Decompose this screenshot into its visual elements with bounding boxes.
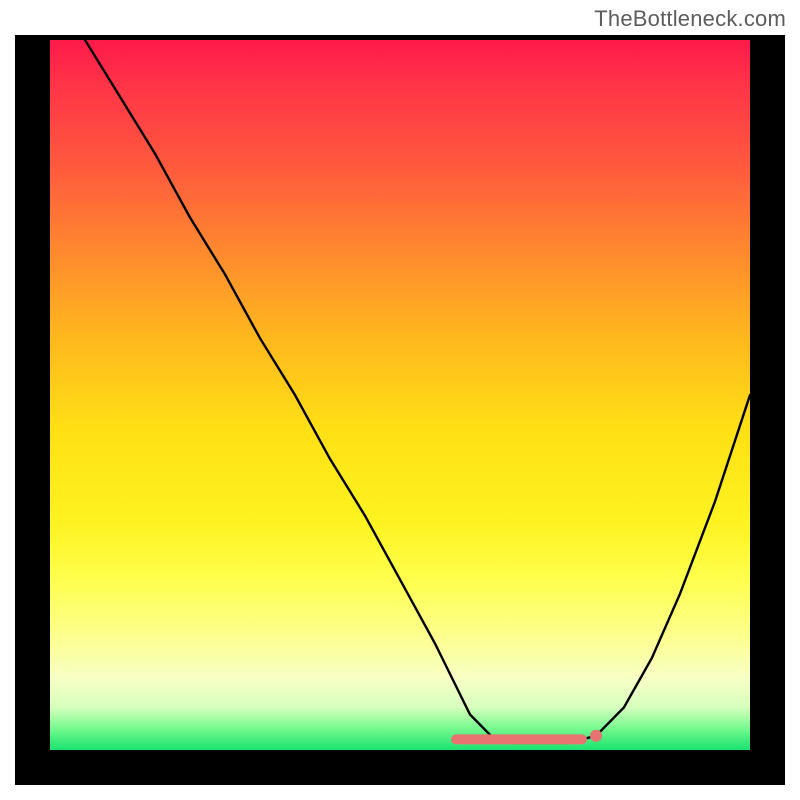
plot-area bbox=[50, 40, 750, 750]
chart-frame: TheBottleneck.com bbox=[0, 0, 800, 800]
curve-layer bbox=[50, 40, 750, 750]
plot-black-border bbox=[15, 35, 785, 785]
bottleneck-curve bbox=[85, 40, 750, 743]
trough-dot-icon bbox=[590, 730, 602, 742]
watermark-text: TheBottleneck.com bbox=[594, 6, 786, 32]
